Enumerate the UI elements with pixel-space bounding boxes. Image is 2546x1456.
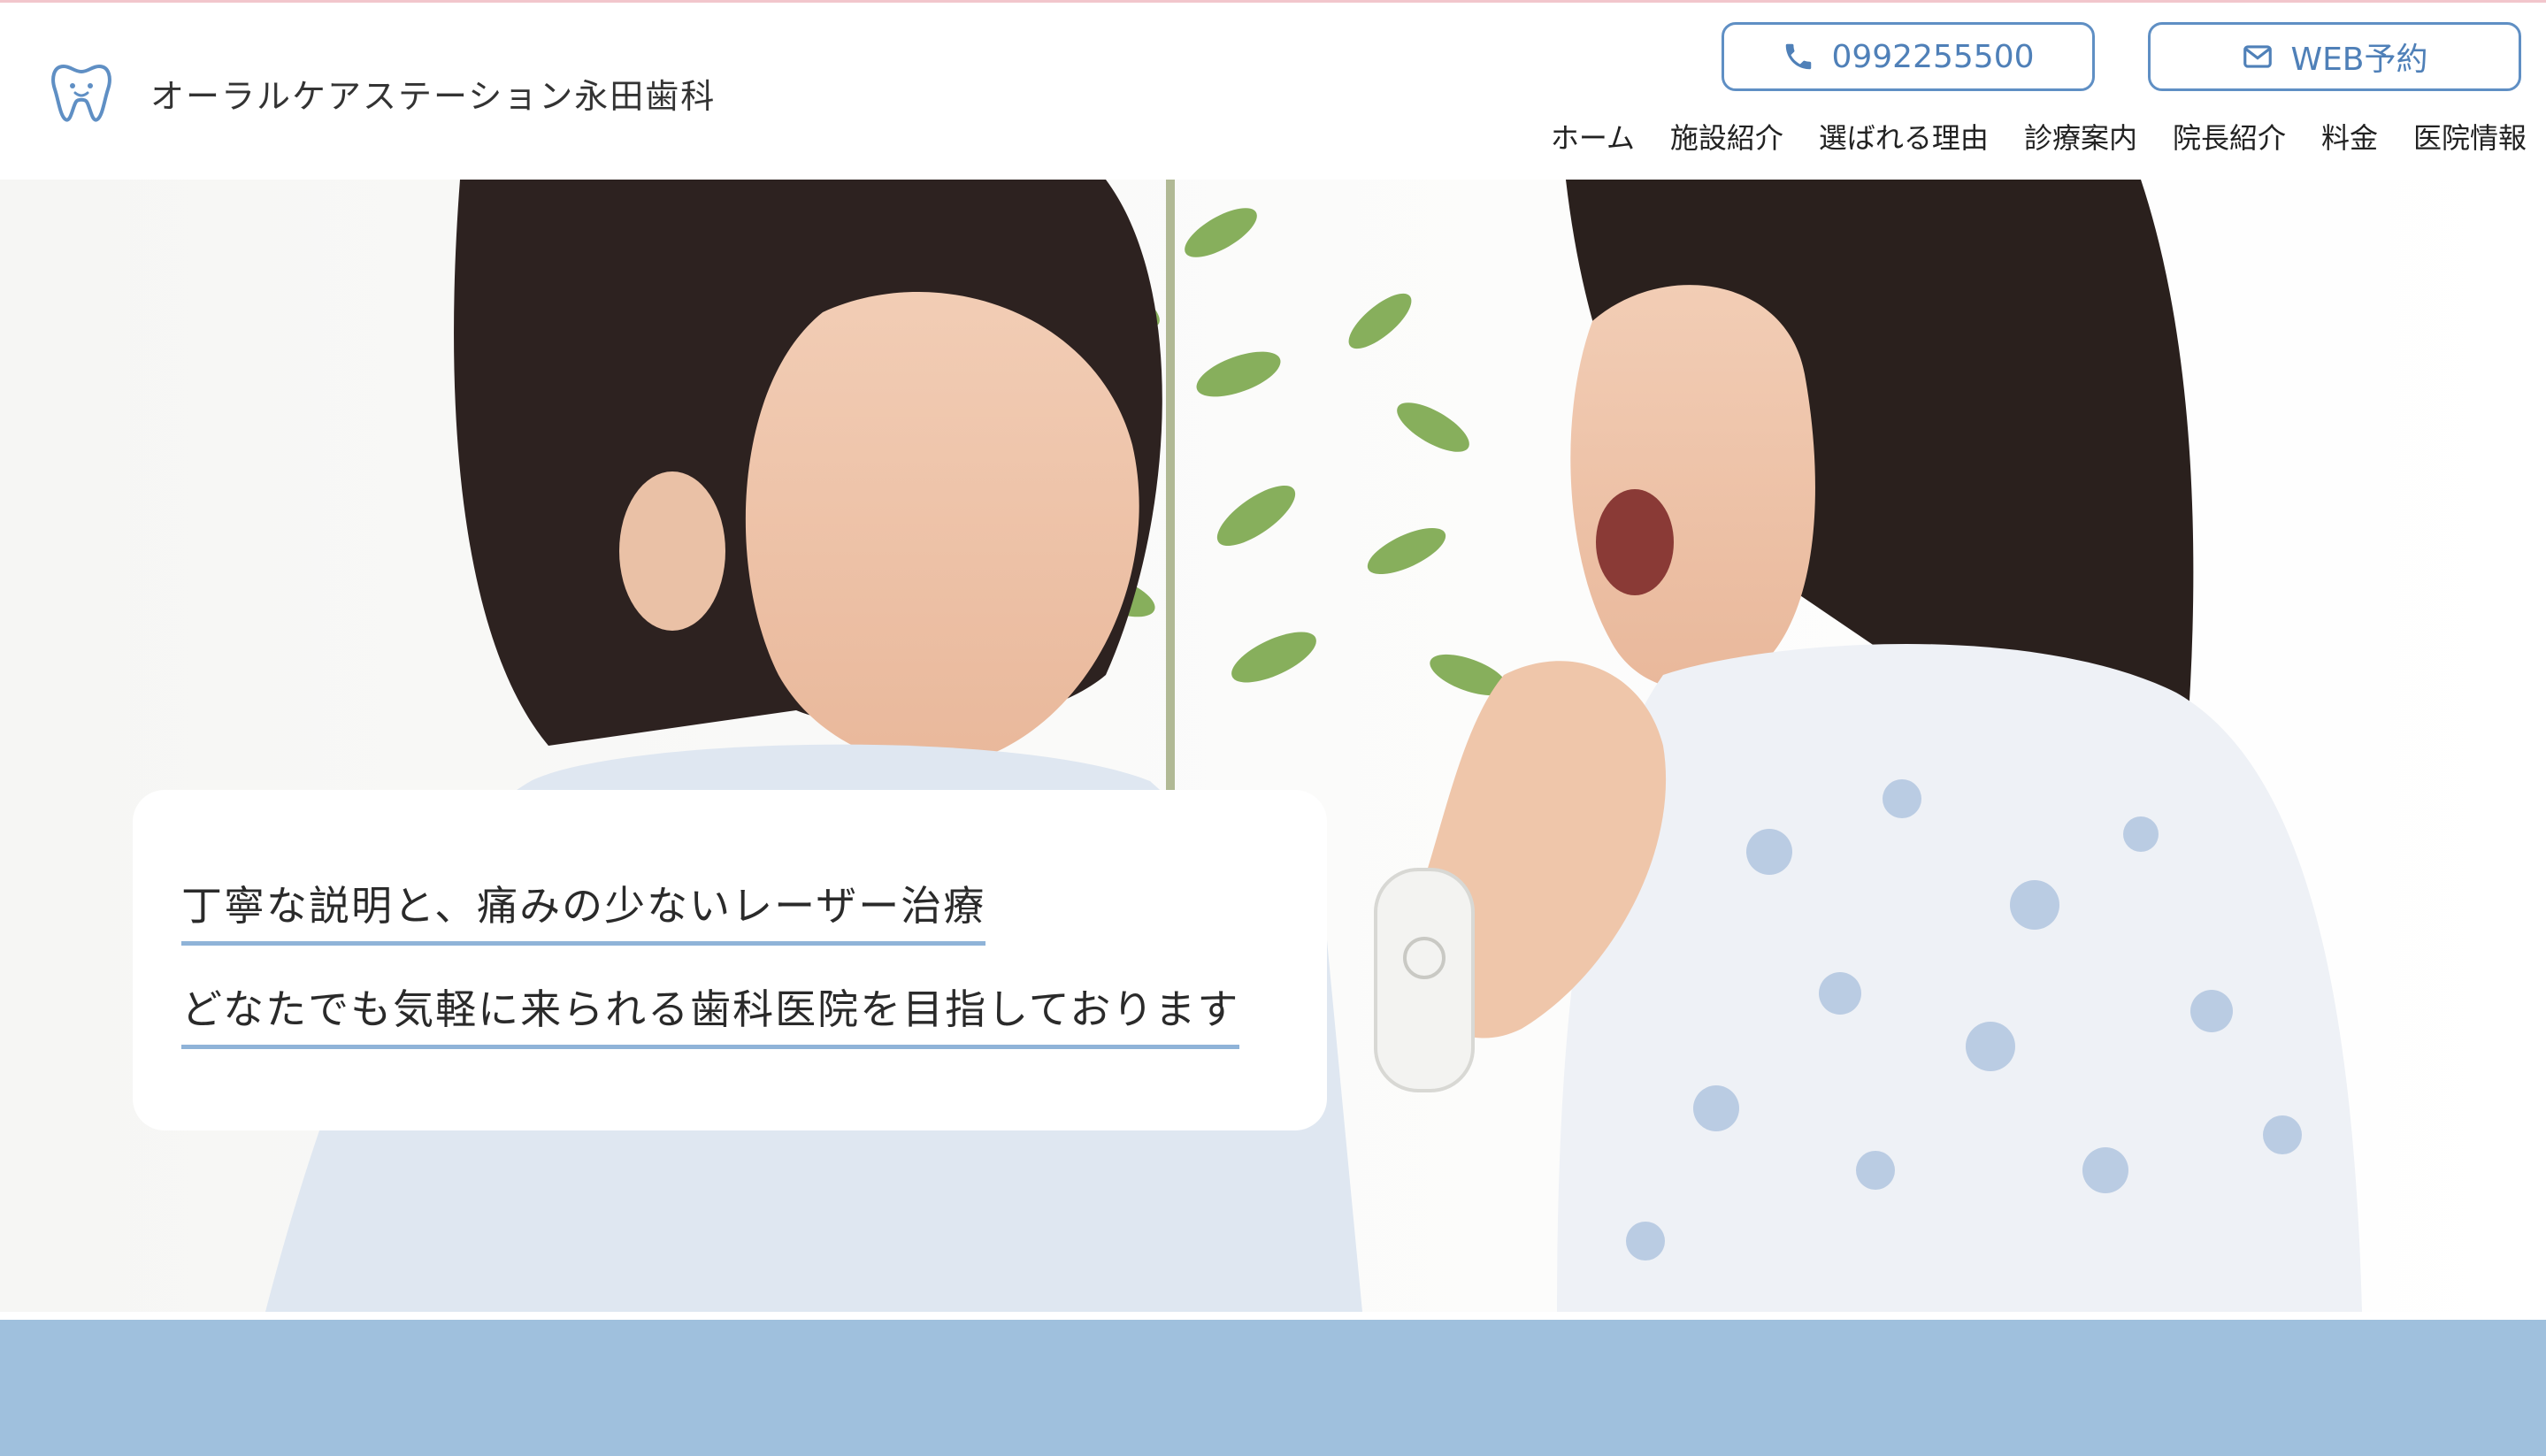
hero-tagline-2: どなたでも気軽に来られる歯科医院を目指しております <box>181 977 1240 1049</box>
nav-item-clinic-info[interactable]: 医院情報 <box>2413 116 2527 157</box>
nav-item-treatment[interactable]: 診療案内 <box>2024 116 2137 157</box>
mail-icon <box>2243 45 2273 68</box>
hero-section: 丁寧な説明と、痛みの少ないレーザー治療 どなたでも気軽に来られる歯科医院を目指し… <box>0 180 2546 1312</box>
nav-item-home[interactable]: ホーム <box>1551 116 1635 157</box>
nav-item-director[interactable]: 院長紹介 <box>2173 116 2286 157</box>
nav-item-fees[interactable]: 料金 <box>2321 116 2378 157</box>
main-nav: ホーム 施設紹介 選ばれる理由 診療案内 院長紹介 料金 医院情報 <box>1551 116 2527 157</box>
section-band <box>0 1320 2546 1456</box>
tooth-icon <box>51 65 111 122</box>
web-booking-label: WEB予約 <box>2290 42 2428 78</box>
site-header: オーラルケアステーション永田歯科 0992255500 WEB予約 ホーム 施設… <box>0 3 2546 180</box>
phone-icon <box>1786 43 1812 70</box>
phone-number: 0992255500 <box>1831 38 2035 75</box>
nav-item-reasons[interactable]: 選ばれる理由 <box>1819 116 1989 157</box>
hero-message-card: 丁寧な説明と、痛みの少ないレーザー治療 どなたでも気軽に来られる歯科医院を目指し… <box>133 790 1327 1130</box>
phone-button[interactable]: 0992255500 <box>1722 22 2095 91</box>
hero-photo <box>0 180 2546 1312</box>
hero-tagline-1: 丁寧な説明と、痛みの少ないレーザー治療 <box>181 874 986 946</box>
nav-item-facility[interactable]: 施設紹介 <box>1670 116 1783 157</box>
web-booking-button[interactable]: WEB予約 <box>2148 22 2521 91</box>
site-logo[interactable]: オーラルケアステーション永田歯科 <box>46 57 716 128</box>
clinic-name: オーラルケアステーション永田歯科 <box>150 76 717 116</box>
